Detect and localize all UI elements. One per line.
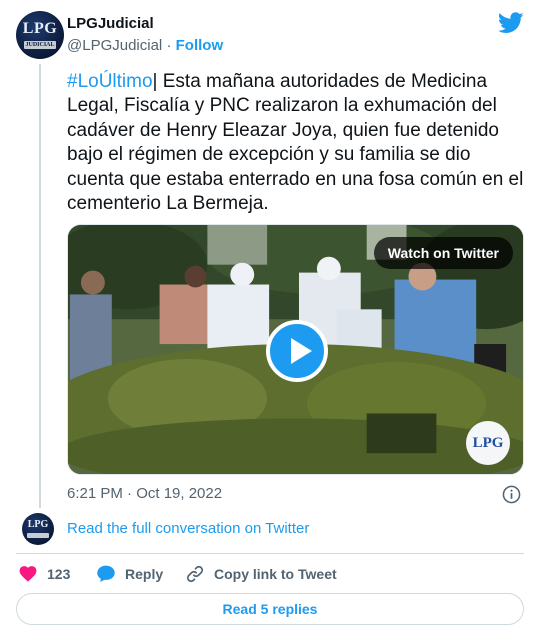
like-count[interactable]: 123 — [47, 566, 70, 582]
author-avatar[interactable]: LPG JUDICIAL — [16, 11, 64, 59]
copy-link-button[interactable]: Copy link to Tweet — [214, 566, 337, 582]
play-icon — [291, 338, 312, 364]
read-full-conversation-link[interactable]: Read the full conversation on Twitter — [67, 520, 309, 537]
avatar-logo-text: LPG — [27, 519, 49, 530]
lpg-watermark-logo: LPG — [466, 421, 510, 465]
link-icon[interactable] — [185, 564, 205, 584]
follow-link[interactable]: Follow — [176, 37, 224, 54]
tweet-body: | Esta mañana autoridades de Medicina Le… — [67, 71, 524, 215]
video-thumbnail[interactable]: Watch on Twitter LPG — [67, 224, 524, 475]
reply-bubble-icon[interactable] — [96, 564, 116, 583]
twitter-bird-icon[interactable] — [498, 12, 524, 34]
handle-separator: · — [162, 37, 176, 54]
actions-divider — [16, 553, 524, 554]
tweet-timestamp[interactable]: 6:21 PM · Oct 19, 2022 — [67, 485, 222, 502]
avatar-logo-band — [27, 533, 49, 538]
watch-on-twitter-button[interactable]: Watch on Twitter — [373, 237, 513, 269]
avatar-logo-text: LPG — [22, 20, 58, 37]
reply-button[interactable]: Reply — [125, 566, 163, 582]
heart-icon[interactable] — [18, 564, 38, 582]
thread-line — [39, 64, 41, 508]
author-handle-row: @LPGJudicial · Follow — [67, 37, 223, 54]
author-name[interactable]: LPGJudicial — [67, 15, 154, 32]
author-handle[interactable]: @LPGJudicial — [67, 37, 162, 54]
hashtag-link[interactable]: #LoÚltimo — [67, 71, 153, 92]
conversation-avatar[interactable]: LPG — [22, 513, 54, 545]
avatar-logo-subtext: JUDICIAL — [24, 41, 56, 49]
tweet-text: #LoÚltimo| Esta mañana autoridades de Me… — [67, 70, 527, 216]
info-icon[interactable] — [502, 485, 521, 504]
play-button[interactable] — [266, 320, 328, 382]
read-replies-button[interactable]: Read 5 replies — [16, 593, 524, 625]
tweet-embed-card: LPG JUDICIAL LPGJudicial @LPGJudicial · … — [0, 0, 540, 641]
